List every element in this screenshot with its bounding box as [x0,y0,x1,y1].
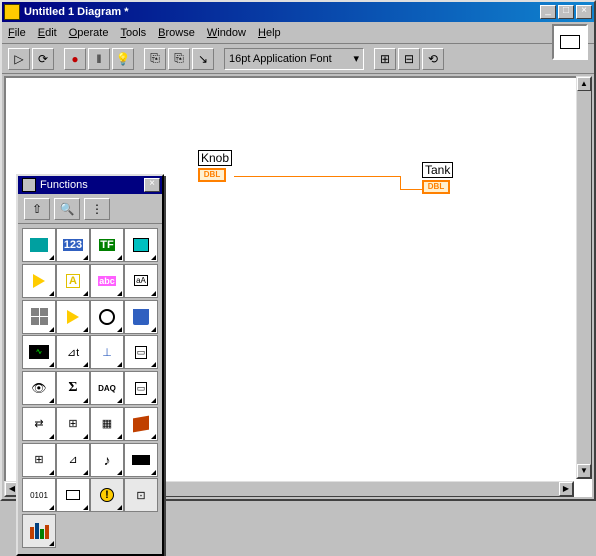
font-label: 16pt Application Font [229,53,332,65]
graphics-icon[interactable] [124,407,158,441]
scroll-up-icon[interactable]: ▲ [577,77,591,91]
user-libs-icon[interactable] [22,514,56,548]
retain-button[interactable]: ⎘ [144,48,166,70]
instrument-icon[interactable]: ▭ [124,371,158,405]
motion-icon[interactable]: ⇄ [22,407,56,441]
comparison-icon[interactable] [22,264,56,298]
scroll-down-icon[interactable]: ▼ [577,464,591,478]
vi-connector-icon[interactable] [552,24,588,60]
time-icon[interactable] [90,300,124,334]
maximize-button[interactable]: □ [558,5,574,19]
wire-segment-2[interactable] [400,176,401,189]
device-icon[interactable]: ▭ [124,335,158,369]
application-icon[interactable]: ⊞ [22,443,56,477]
compare-icon[interactable] [56,300,90,334]
menu-operate[interactable]: Operate [69,27,109,39]
menu-tools[interactable]: Tools [120,27,146,39]
knob-type: DBL [198,168,226,182]
palette-grid: 123 TF A abc aA ∿ ⊿t ⊥ ▭ 👁 Σ DAQ ▭ ⇄ [18,224,162,554]
select-vi-icon[interactable]: ▦ [90,407,124,441]
palette-toolbar: ⇧ 🔍 ⋮ [18,194,162,224]
tank-label: Tank [422,162,453,178]
step-button[interactable]: ⎘ [168,48,190,70]
wire-segment-3[interactable] [400,189,422,190]
waveform-icon[interactable]: ∿ [22,335,56,369]
array-icon[interactable] [124,228,158,262]
window-title: Untitled 1 Diagram * [24,6,540,18]
vision-icon[interactable]: 👁 [22,371,56,405]
highlight-button[interactable]: 💡 [112,48,134,70]
palette-title: Functions [40,179,88,191]
signal-icon[interactable]: ⊥ [90,335,124,369]
daq-icon[interactable]: DAQ [90,371,124,405]
palette-search-button[interactable]: 🔍 [54,198,80,220]
tank-type: DBL [422,180,450,194]
file-io-icon[interactable] [124,300,158,334]
chevron-down-icon: ▾ [353,52,359,65]
math-icon[interactable]: Σ [56,371,90,405]
connectivity-icon[interactable]: ⊞ [56,407,90,441]
print-icon[interactable] [56,478,90,512]
run-continuous-button[interactable]: ⟳ [32,48,54,70]
string-format-icon[interactable]: aA [124,264,158,298]
analyze-icon[interactable]: ⊿t [56,335,90,369]
app-window: Untitled 1 Diagram * _ □ × File Edit Ope… [0,0,596,501]
font-selector[interactable]: 16pt Application Font ▾ [224,48,364,70]
align-button[interactable]: ⊞ [374,48,396,70]
palette-close-button[interactable]: × [144,178,160,192]
palette-up-button[interactable]: ⇧ [24,198,50,220]
tank-terminal[interactable]: Tank DBL [422,162,453,194]
minimize-button[interactable]: _ [540,5,556,19]
menu-help[interactable]: Help [258,27,281,39]
string-icon[interactable]: A [56,264,90,298]
boolean-icon[interactable]: TF [90,228,124,262]
palette-icon [22,178,36,192]
string-func-icon[interactable]: abc [90,264,124,298]
knob-label: Knob [198,150,232,166]
functions-palette[interactable]: Functions × ⇧ 🔍 ⋮ 123 TF A abc aA [16,174,164,556]
cluster-icon[interactable] [22,300,56,334]
titlebar[interactable]: Untitled 1 Diagram * _ □ × [2,2,594,22]
menu-window[interactable]: Window [207,27,246,39]
tutorial-icon[interactable] [124,443,158,477]
distribute-button[interactable]: ⊟ [398,48,420,70]
report-icon[interactable]: 0101 [22,478,56,512]
pause-button[interactable]: ‖ [88,48,110,70]
advanced-icon[interactable]: ! [90,478,124,512]
structures-icon[interactable] [22,228,56,262]
knob-terminal[interactable]: Knob DBL [198,150,232,182]
vertical-scrollbar[interactable]: ▲ ▼ [576,76,592,479]
menubar: File Edit Operate Tools Browse Window He… [2,22,594,44]
toolbar: ▷ ⟳ ● ‖ 💡 ⎘ ⎘ ↘ 16pt Application Font ▾ … [2,44,594,74]
run-button[interactable]: ▷ [8,48,30,70]
close-button[interactable]: × [576,5,592,19]
view-icon[interactable]: ⊡ [124,478,158,512]
sound-icon[interactable]: ♪ [90,443,124,477]
step-into-button[interactable]: ↘ [192,48,214,70]
palette-options-button[interactable]: ⋮ [84,198,110,220]
wire-segment-1[interactable] [234,176,400,177]
palette-titlebar[interactable]: Functions × [18,176,162,194]
scroll-right-icon[interactable]: ▶ [559,482,573,496]
menu-edit[interactable]: Edit [38,27,57,39]
app-icon [4,4,20,20]
mathscript-icon[interactable]: ⊿ [56,443,90,477]
abort-button[interactable]: ● [64,48,86,70]
menu-file[interactable]: File [8,27,26,39]
work-area: Knob DBL Tank DBL ▲ ▼ ◀ ▶ Functions × [2,74,594,499]
reorder-button[interactable]: ⟲ [422,48,444,70]
menu-browse[interactable]: Browse [158,27,195,39]
numeric-icon[interactable]: 123 [56,228,90,262]
